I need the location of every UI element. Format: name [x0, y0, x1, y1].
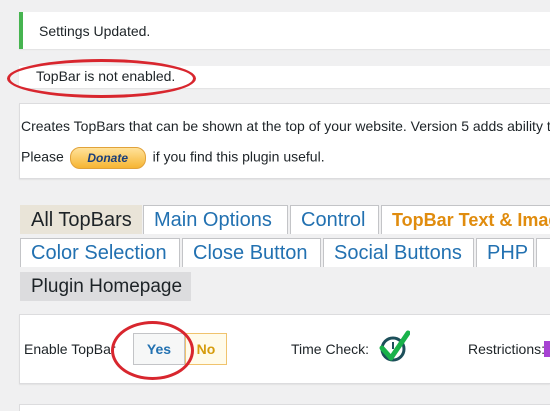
tab-plugin-homepage[interactable]: Plugin Homepage [20, 272, 191, 301]
donate-suffix-text: if you find this plugin useful. [152, 148, 325, 165]
time-check-icon [379, 330, 410, 362]
tab-color-selection[interactable]: Color Selection [20, 238, 180, 267]
settings-updated-text: Settings Updated. [39, 23, 151, 39]
settings-panel: Enable TopBar Yes No Time Check: Restric… [19, 314, 550, 384]
enable-yes-button[interactable]: Yes [133, 333, 185, 365]
restrictions-label: Restrictions: [468, 341, 546, 357]
tab-php[interactable]: PHP [476, 238, 534, 267]
topbar-not-enabled-notice: TopBar is not enabled. [19, 66, 550, 88]
tab-control[interactable]: Control [290, 205, 379, 234]
time-check-label: Time Check: [291, 341, 370, 357]
enable-topbar-label: Enable TopBar [24, 341, 116, 357]
tab-close-button[interactable]: Close Button [182, 238, 321, 267]
topbar-not-enabled-text: TopBar is not enabled. [36, 68, 176, 84]
plugin-description-box: Creates TopBars that can be shown at the… [19, 103, 550, 179]
tab-all-topbars[interactable]: All TopBars [20, 205, 142, 234]
settings-updated-notice: Settings Updated. [19, 12, 550, 49]
tab-social-buttons[interactable]: Social Buttons [323, 238, 474, 267]
restrictions-icon [544, 341, 550, 357]
donate-line: Please Donate if you find this plugin us… [21, 147, 325, 169]
next-section-box [19, 404, 550, 411]
tab-main-options[interactable]: Main Options [143, 205, 288, 234]
please-text: Please [21, 148, 64, 165]
tab-more[interactable] [536, 238, 550, 267]
plugin-description-text: Creates TopBars that can be shown at the… [21, 118, 550, 134]
donate-button[interactable]: Donate [69, 147, 146, 169]
enable-no-button[interactable]: No [185, 333, 227, 365]
tab-topbar-text-image[interactable]: TopBar Text & Imag [381, 205, 550, 234]
